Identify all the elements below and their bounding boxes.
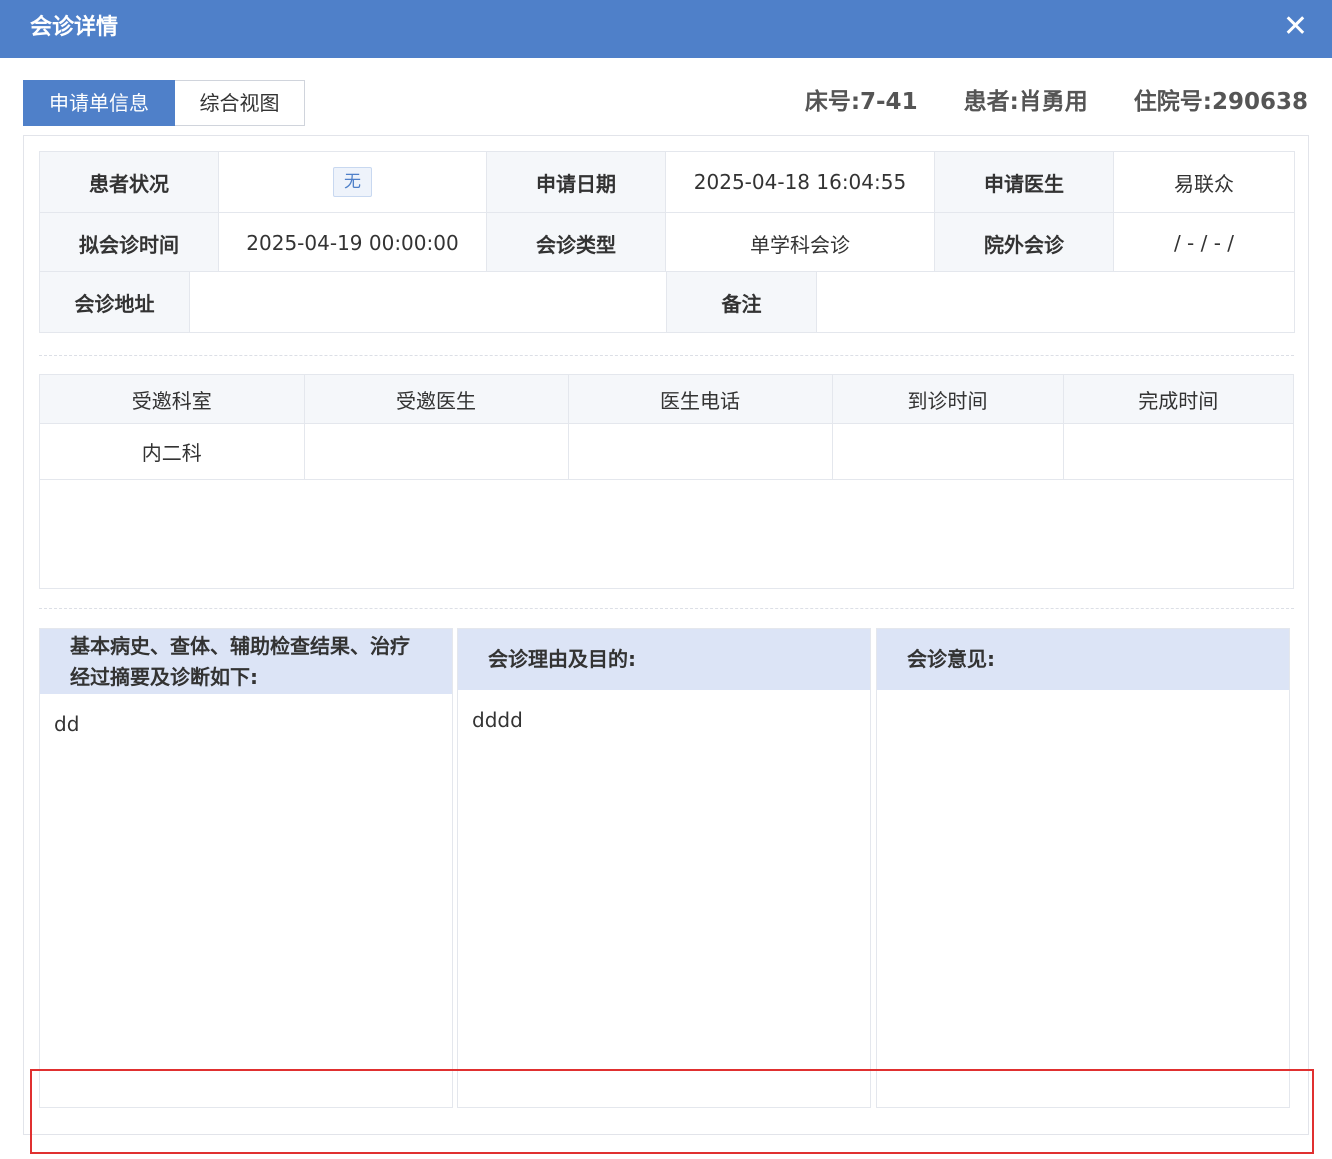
apply-doctor-label: 申请医生 [934, 151, 1114, 213]
status-tag: 无 [333, 167, 372, 197]
cell-arrival-time [832, 423, 1064, 480]
consult-type-label: 会诊类型 [486, 212, 666, 274]
status-value-cell: 无 [218, 151, 487, 213]
external-consult-value: / - / - / [1113, 212, 1295, 274]
col-header-dept: 受邀科室 [40, 375, 305, 424]
cell-dept: 内二科 [40, 423, 305, 480]
status-label: 患者状况 [39, 151, 219, 213]
planned-time-value: 2025-04-19 00:00:00 [218, 212, 487, 274]
invited-doctors-table: 受邀科室 受邀医生 医生电话 到诊时间 完成时间 内二科 [39, 374, 1294, 589]
cell-finish-time [1063, 423, 1293, 480]
dialog-titlebar: 会诊详情 ✕ [0, 0, 1332, 58]
opinion-card-content[interactable] [877, 690, 1289, 726]
dialog-title: 会诊详情 [30, 15, 119, 40]
opinion-card-title: 会诊意见: [877, 629, 1289, 690]
address-value [189, 271, 667, 333]
history-card-content[interactable]: dd [40, 694, 452, 754]
patient-summary: 床号:7-41 患者:肖勇用 住院号:290638 [805, 86, 1308, 118]
bed-number: 床号:7-41 [804, 89, 918, 115]
col-header-phone: 医生电话 [568, 375, 833, 424]
table-header-row: 受邀科室 受邀医生 医生电话 到诊时间 完成时间 [40, 375, 1293, 424]
cell-phone [568, 423, 833, 480]
col-header-finish-time: 完成时间 [1063, 375, 1293, 424]
address-label: 会诊地址 [39, 271, 190, 333]
admission-number: 住院号:290638 [1133, 89, 1308, 115]
apply-date-value: 2025-04-18 16:04:55 [665, 151, 935, 213]
divider [39, 355, 1294, 356]
tab-application-info[interactable]: 申请单信息 [23, 80, 175, 126]
reason-card-title: 会诊理由及目的: [458, 629, 870, 690]
remark-label: 备注 [666, 271, 817, 333]
col-header-arrival-time: 到诊时间 [832, 375, 1064, 424]
tab-overview[interactable]: 综合视图 [175, 80, 305, 126]
tab-bar: 申请单信息 综合视图 [23, 80, 305, 126]
patient-name: 患者:肖勇用 [963, 89, 1088, 115]
reason-card-content[interactable]: dddd [458, 690, 870, 750]
apply-doctor-value: 易联众 [1113, 151, 1295, 213]
col-header-doctor: 受邀医生 [304, 375, 569, 424]
reason-card: 会诊理由及目的: dddd [457, 628, 871, 1108]
history-card-title: 基本病史、查体、辅助检查结果、治疗经过摘要及诊断如下: [40, 629, 452, 694]
apply-date-label: 申请日期 [486, 151, 666, 213]
cell-doctor [304, 423, 569, 480]
planned-time-label: 拟会诊时间 [39, 212, 219, 274]
close-icon[interactable]: ✕ [1283, 10, 1308, 44]
consult-type-value: 单学科会诊 [665, 212, 935, 274]
remark-value [816, 271, 1295, 333]
address-remark-table: 会诊地址 备注 [39, 271, 1295, 333]
history-card: 基本病史、查体、辅助检查结果、治疗经过摘要及诊断如下: dd [39, 628, 453, 1108]
external-consult-label: 院外会诊 [934, 212, 1114, 274]
divider [39, 608, 1294, 609]
consultation-info-table: 患者状况 无 申请日期 2025-04-18 16:04:55 申请医生 易联众… [39, 151, 1295, 274]
table-row[interactable]: 内二科 [40, 423, 1293, 480]
opinion-card: 会诊意见: [876, 628, 1290, 1108]
